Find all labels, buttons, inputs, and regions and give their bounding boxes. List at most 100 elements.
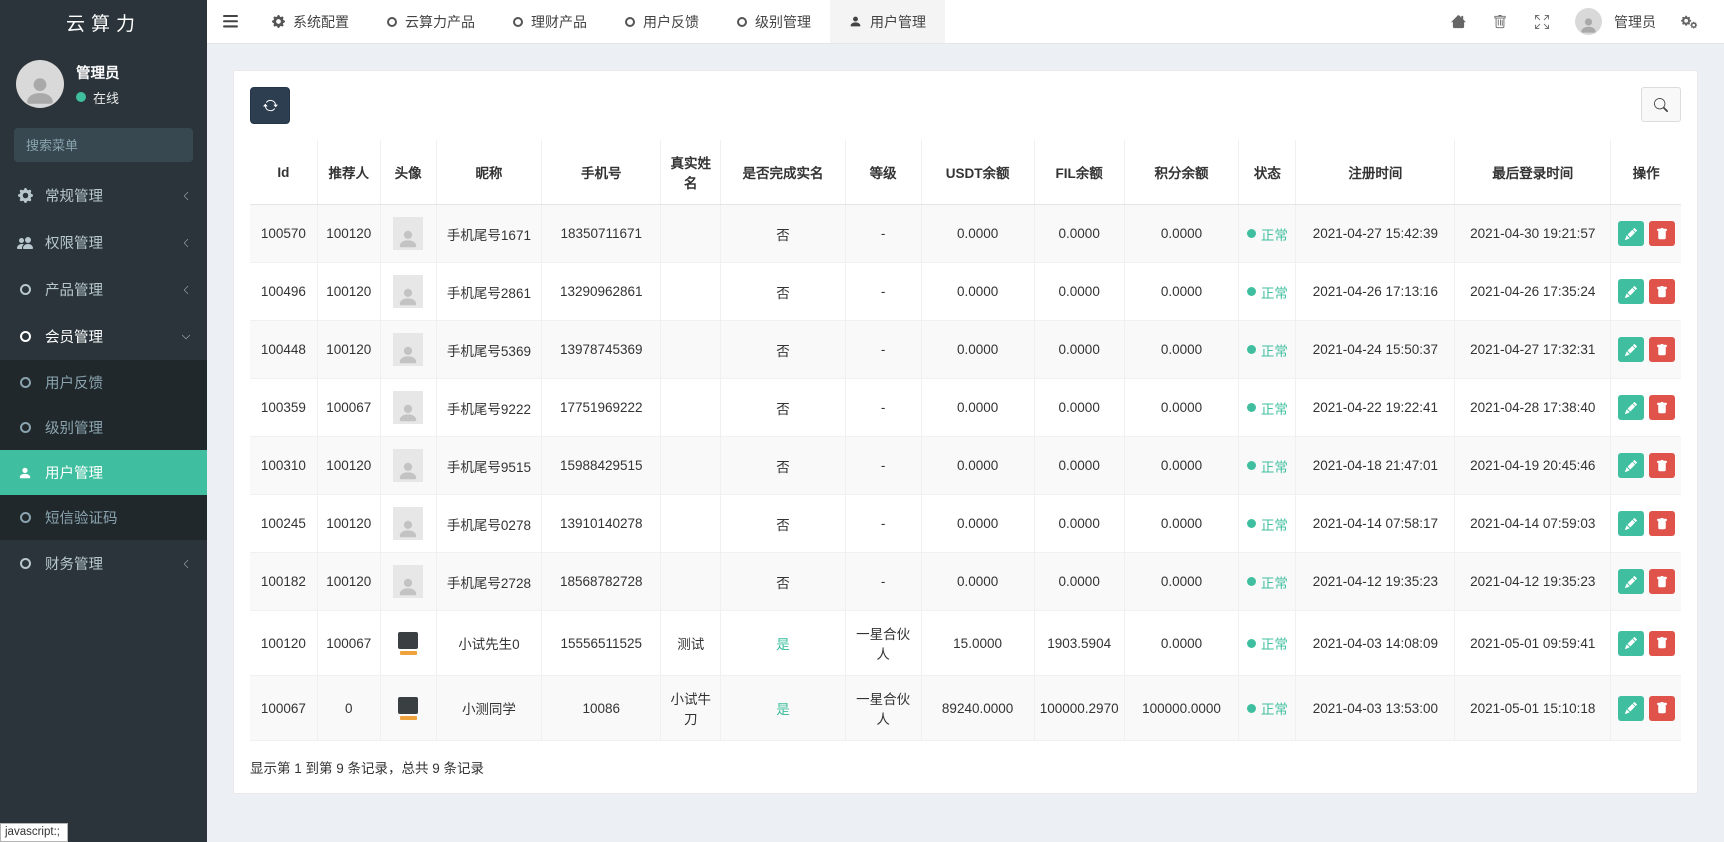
home-button[interactable] [1439,0,1477,44]
cell-points: 0.0000 [1123,204,1239,263]
cell-nickname: 手机尾号1671 [435,204,542,263]
edit-button[interactable] [1617,453,1644,478]
app-logo[interactable]: 云算力 [0,0,207,44]
edit-button[interactable] [1617,569,1644,594]
status-dot-icon [1246,577,1256,586]
table-row: 100448 100120 手机尾号5369 13978745369 否 -0.0000 0… [250,320,1681,379]
table-row: 100570 100120 手机尾号1671 18350711671 否 -0.0000 0… [250,204,1681,263]
cell-status: 正常 [1238,320,1296,379]
sidebar-item-general[interactable]: 常规管理 [0,172,207,219]
cell-usdt: 0.0000 [920,552,1035,611]
sidebar-toggle-button[interactable] [207,0,253,43]
cell-level: - [844,320,922,379]
delete-button[interactable] [1648,569,1675,594]
users-icon [16,235,34,251]
cell-real-name: 小试牛刀 [660,675,721,741]
sidebar-item-user-management[interactable]: 用户管理 [0,450,207,495]
trash-icon [1656,575,1667,587]
cell-referrer: 100120 [316,204,381,263]
pencil-icon [1624,575,1637,588]
circle-icon [16,331,34,342]
navbar-user-label[interactable]: 管理员 [1606,12,1666,32]
cell-actions [1610,378,1681,437]
tab-cloud-products[interactable]: 云算力产品 [368,0,494,43]
person-icon [399,520,417,538]
tab-level-management[interactable]: 级别管理 [718,0,830,43]
sidebar-item-level-management[interactable]: 级别管理 [0,405,207,450]
status-dot-icon [1246,287,1256,296]
sidebar-item-label: 常规管理 [45,189,103,205]
cell-reg-time: 2021-04-22 19:22:41 [1295,378,1455,437]
clear-cache-button[interactable] [1481,0,1519,44]
cell-real-name [660,378,721,437]
delete-button[interactable] [1648,511,1675,536]
cell-id: 100570 [250,204,318,263]
cell-fil: 0.0000 [1033,494,1125,553]
status-label: 正常 [1260,343,1288,359]
cell-referrer: 100120 [316,262,381,321]
chevron-down-icon [181,332,191,342]
tab-user-feedback[interactable]: 用户反馈 [606,0,718,43]
sidebar-item-finance[interactable]: 财务管理 [0,540,207,587]
chevron-left-icon [181,285,191,295]
cell-id: 100120 [250,610,318,676]
cell-id: 100182 [250,552,318,611]
cell-real-name [660,436,721,495]
delete-button[interactable] [1648,630,1675,656]
refresh-button[interactable] [250,87,290,124]
col-phone: 手机号 [541,140,661,205]
sidebar-item-permissions[interactable]: 权限管理 [0,219,207,266]
tab-label: 理财产品 [531,13,587,30]
cell-last-login: 2021-04-30 19:21:57 [1454,204,1611,263]
cell-avatar [379,320,436,379]
sidebar-item-user-feedback[interactable]: 用户反馈 [0,360,207,405]
edit-button[interactable] [1617,695,1644,721]
cell-level: - [844,204,922,263]
delete-button[interactable] [1648,395,1675,420]
delete-button[interactable] [1648,695,1675,721]
col-id: Id [250,140,318,205]
edit-button[interactable] [1617,279,1644,304]
col-actions: 操作 [1610,140,1681,205]
table-search-button[interactable] [1641,87,1681,122]
edit-button[interactable] [1617,337,1644,362]
person-icon [1581,18,1596,33]
settings-button[interactable] [1670,0,1708,44]
fullscreen-button[interactable] [1523,0,1561,44]
cell-phone: 18568782728 [541,552,661,611]
sidebar-item-products[interactable]: 产品管理 [0,266,207,313]
sidebar-item-members[interactable]: 会员管理 [0,313,207,360]
delete-button[interactable] [1648,221,1675,246]
edit-button[interactable] [1617,221,1644,246]
edit-button[interactable] [1617,511,1644,536]
tab-finance-products[interactable]: 理财产品 [494,0,606,43]
cell-id: 100448 [250,320,318,379]
circle-icon [625,16,635,27]
col-real-name: 真实姓名 [660,140,721,205]
pencil-icon [1624,227,1637,240]
delete-button[interactable] [1648,453,1675,478]
col-referrer: 推荐人 [316,140,381,205]
edit-button[interactable] [1617,395,1644,420]
cell-referrer: 100120 [316,494,381,553]
pencil-icon [1624,637,1637,649]
edit-button[interactable] [1617,630,1644,656]
delete-button[interactable] [1648,337,1675,362]
pencil-icon [1624,702,1637,714]
pencil-icon [1624,285,1637,298]
cell-phone: 15556511525 [541,610,661,676]
table-row: 100182 100120 手机尾号2728 18568782728 否 -0.0000 0… [250,552,1681,611]
tab-system-config[interactable]: 系统配置 [253,0,368,43]
search-input[interactable] [14,128,193,162]
sidebar-item-sms-code[interactable]: 短信验证码 [0,495,207,540]
tab-user-management[interactable]: 用户管理 [830,0,945,43]
cell-nickname: 手机尾号2861 [435,262,542,321]
delete-button[interactable] [1648,279,1675,304]
cell-level: 一星合伙人 [844,675,922,741]
table-row: 100496 100120 手机尾号2861 13290962861 否 -0.0000 0… [250,262,1681,321]
cell-status: 正常 [1238,552,1296,611]
avatar[interactable] [1575,8,1602,35]
sidebar-item-label: 用户反馈 [45,376,103,392]
trash-icon [1656,285,1667,297]
cell-reg-time: 2021-04-27 15:42:39 [1295,204,1455,263]
